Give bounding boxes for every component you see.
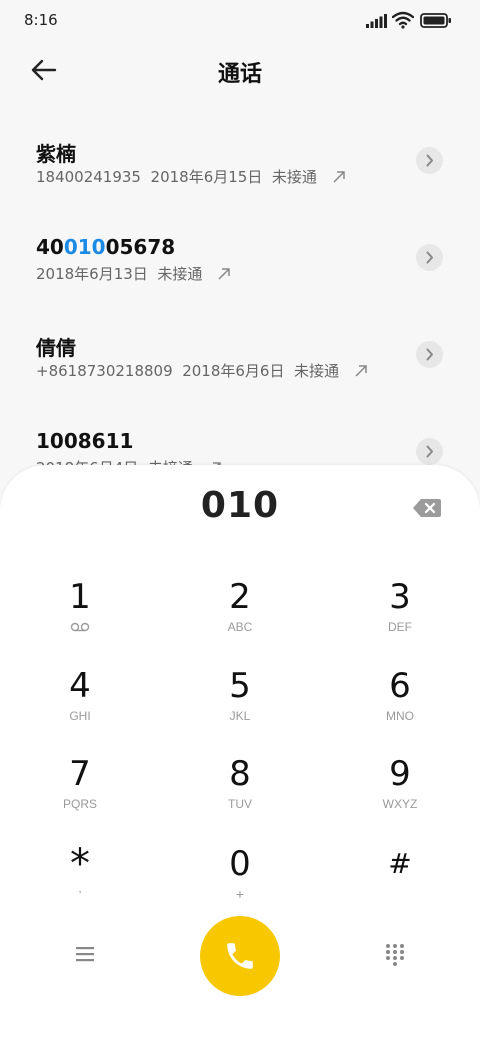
details-button[interactable]: [416, 341, 443, 368]
dialer-panel: 010 1 2 ABC 3 DEF 4 GHI 5 JKL 6 MNO 7 PQ…: [0, 465, 480, 1040]
details-button[interactable]: [416, 438, 443, 465]
call-log-item[interactable]: 1008611 2018年6月4日 未接通: [0, 403, 480, 467]
backspace-icon[interactable]: [412, 498, 442, 518]
contact-name: 4001005678: [36, 235, 176, 259]
menu-icon[interactable]: [74, 943, 96, 965]
chevron-right-icon: [426, 348, 433, 361]
key-8[interactable]: 8 TUV: [170, 754, 310, 834]
call-log-item[interactable]: 4001005678 2018年6月13日 未接通: [0, 209, 480, 306]
status-time: 8:16: [24, 11, 58, 29]
key-6[interactable]: 6 MNO: [330, 666, 470, 746]
dialed-number[interactable]: 010: [0, 485, 480, 526]
call-detail: 18400241935 2018年6月15日 未接通: [36, 166, 346, 187]
voicemail-icon: [70, 622, 90, 632]
call-detail: +8618730218809 2018年6月6日 未接通: [36, 360, 368, 381]
wifi-icon: [392, 11, 414, 29]
phone-number: +8618730218809: [36, 362, 173, 380]
contact-name: 倩倩: [36, 336, 76, 360]
status-bar: 8:16: [0, 0, 480, 40]
outgoing-call-icon: [218, 268, 230, 280]
phone-number: 18400241935: [36, 168, 141, 186]
call-date: 2018年6月6日: [182, 362, 285, 380]
chevron-right-icon: [426, 154, 433, 167]
contact-name: 紫楠: [36, 142, 76, 166]
call-date: 2018年6月15日: [150, 168, 263, 186]
call-log-item[interactable]: 紫楠 18400241935 2018年6月15日 未接通: [0, 112, 480, 209]
details-button[interactable]: [416, 147, 443, 174]
call-button[interactable]: [200, 916, 280, 996]
top-bar: 通话: [0, 44, 480, 96]
chevron-right-icon: [426, 445, 433, 458]
battery-icon: [420, 13, 451, 28]
keypad-icon[interactable]: [384, 942, 406, 968]
page-title: 通话: [217, 62, 262, 87]
details-button[interactable]: [416, 244, 443, 271]
call-status: 未接通: [271, 168, 317, 186]
key-9[interactable]: 9 WXYZ: [330, 754, 470, 834]
key-0[interactable]: 0 +: [170, 844, 310, 924]
key-1[interactable]: 1: [10, 577, 150, 657]
chevron-right-icon: [426, 251, 433, 264]
key-7[interactable]: 7 PQRS: [10, 754, 150, 834]
key-3[interactable]: 3 DEF: [330, 577, 470, 657]
call-status: 未接通: [157, 265, 203, 283]
phone-icon: [227, 943, 253, 969]
call-date: 2018年6月13日: [36, 265, 148, 283]
key-5[interactable]: 5 JKL: [170, 666, 310, 746]
call-status: 未接通: [294, 362, 340, 380]
call-log-item[interactable]: 倩倩 +8618730218809 2018年6月6日 未接通: [0, 306, 480, 403]
key-star[interactable]: * ,: [10, 844, 150, 924]
outgoing-call-icon: [355, 365, 367, 377]
key-2[interactable]: 2 ABC: [170, 577, 310, 657]
call-log-list: 紫楠 18400241935 2018年6月15日 未接通 4001005678…: [0, 112, 480, 467]
key-hash[interactable]: #: [330, 844, 470, 924]
matched-digits: 010: [63, 235, 106, 259]
key-4[interactable]: 4 GHI: [10, 666, 150, 746]
outgoing-call-icon: [333, 171, 345, 183]
signal-icon: [366, 14, 387, 28]
call-detail: 2018年6月13日 未接通: [36, 263, 231, 284]
contact-name: 1008611: [36, 429, 134, 453]
